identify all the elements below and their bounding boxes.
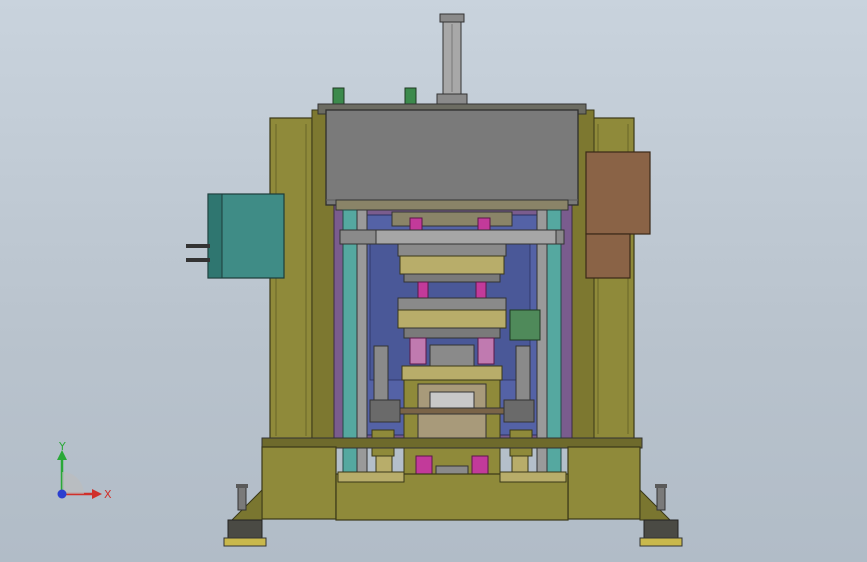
cad-viewport[interactable]: Y X <box>0 0 867 562</box>
leveling-bolt-right <box>655 484 667 511</box>
top-plate <box>317 103 587 211</box>
axis-triad: Y X <box>57 440 112 501</box>
foot-left <box>223 519 267 547</box>
teal-control-box <box>186 193 285 279</box>
foot-right <box>639 519 683 547</box>
triad-x-label: X <box>104 488 112 501</box>
green-sensor-box <box>509 309 541 341</box>
triad-z-axis-icon <box>57 489 67 499</box>
brown-box <box>585 151 651 279</box>
top-cylinder <box>436 13 468 109</box>
machine-assembly-model[interactable] <box>0 0 867 562</box>
leveling-bolt-left <box>236 484 248 511</box>
triad-y-label: Y <box>58 440 66 453</box>
